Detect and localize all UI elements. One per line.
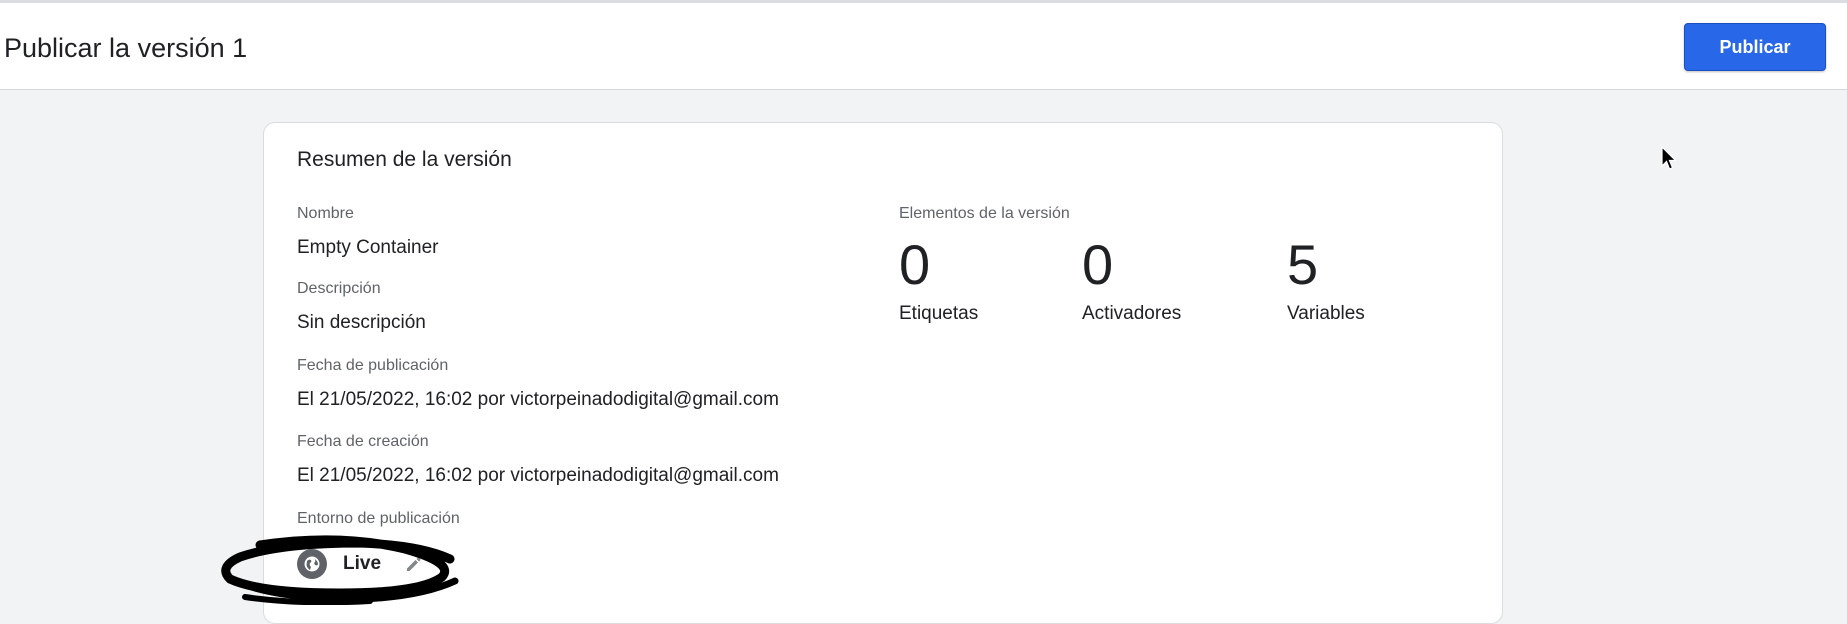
tags-label: Etiquetas: [899, 303, 979, 324]
variables-count: 5: [1287, 233, 1319, 296]
description-label: Descripción: [297, 280, 381, 297]
publish-button[interactable]: Publicar: [1684, 23, 1826, 71]
published-date-label: Fecha de publicación: [297, 357, 449, 374]
triggers-stat: 0 Activadores: [1082, 235, 1181, 325]
pencil-icon[interactable]: [403, 553, 425, 575]
created-date-value: El 21/05/2022, 16:02 por victorpeinadodi…: [297, 465, 779, 486]
tags-stat: 0 Etiquetas: [899, 235, 978, 325]
card-title: Resumen de la versión: [297, 148, 512, 171]
mouse-pointer-icon: [1661, 146, 1677, 170]
globe-icon: [297, 549, 327, 579]
version-summary-card: Resumen de la versión Nombre Empty Conta…: [263, 122, 1503, 624]
name-label: Nombre: [297, 205, 354, 222]
name-value: Empty Container: [297, 237, 439, 258]
triggers-label: Activadores: [1082, 303, 1182, 324]
created-date-label: Fecha de creación: [297, 433, 429, 450]
environment-name: Live: [343, 553, 382, 574]
tags-count: 0: [899, 233, 931, 296]
environment-label: Entorno de publicación: [297, 510, 460, 527]
page-header: Publicar la versión 1 Publicar: [0, 3, 1847, 90]
triggers-count: 0: [1082, 233, 1114, 296]
elements-label: Elementos de la versión: [899, 205, 1070, 222]
variables-label: Variables: [1287, 303, 1365, 324]
variables-stat: 5 Variables: [1287, 235, 1365, 325]
published-date-value: El 21/05/2022, 16:02 por victorpeinadodi…: [297, 389, 779, 410]
description-value: Sin descripción: [297, 312, 426, 333]
environment-row: Live: [297, 547, 425, 581]
page-title: Publicar la versión 1: [4, 33, 248, 63]
